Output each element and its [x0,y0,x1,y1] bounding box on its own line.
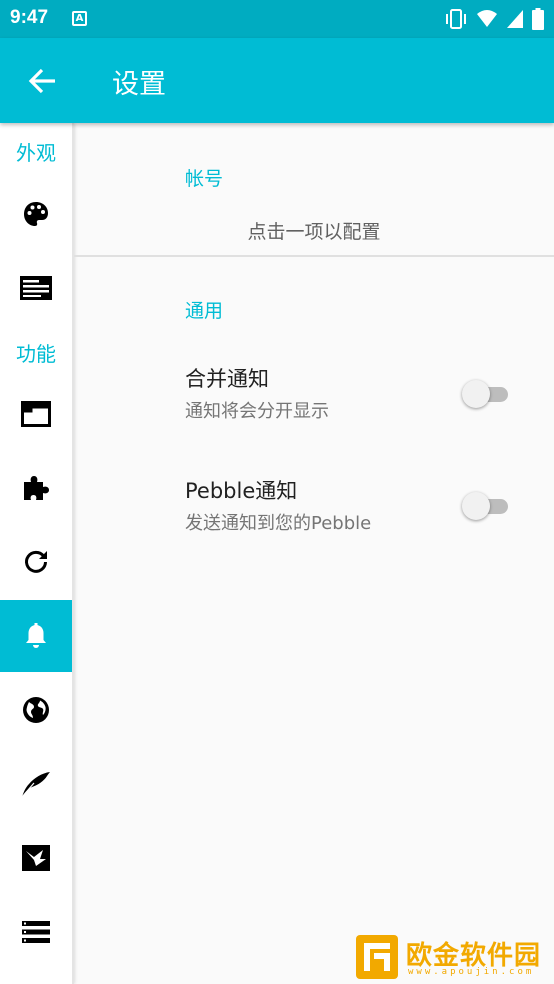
merge-notifications-switch[interactable] [462,379,512,409]
switch-thumb [462,380,490,408]
pref-title: Pebble通知 [185,479,298,503]
section-title-account: 帐号 [185,168,224,190]
palette-icon [24,202,48,226]
pref-pebble-notifications[interactable]: Pebble通知 发送通知到您的Pebble [185,475,554,563]
settings-content: 帐号 点击一项以配置 通用 合并通知 通知将会分开显示 Pebble通知 发送通… [74,123,554,984]
sidebar-item-display[interactable] [0,252,72,324]
sidebar-header-appearance: 外观 [16,141,56,165]
window-icon [21,401,51,427]
battery-icon [532,8,544,30]
refresh-icon [25,550,47,573]
back-button[interactable] [24,62,62,100]
sidebar-item-bird[interactable] [0,822,72,894]
bird-icon [22,845,50,871]
globe-icon [23,697,49,723]
sidebar-item-web[interactable] [0,674,72,746]
status-bar: 9:47 A [0,0,554,38]
sidebar-item-writing[interactable] [0,748,72,820]
switch-thumb [462,492,490,520]
watermark-logo-icon [356,935,398,979]
pref-title: 合并通知 [185,367,269,391]
bell-icon [26,623,46,648]
settings-sidebar: 外观 功能 [0,123,74,984]
watermark: 欧金软件园 www.apoujin.com [356,935,548,979]
pebble-notifications-switch[interactable] [462,491,512,521]
watermark-url: www.apoujin.com [408,967,535,977]
section-title-general: 通用 [185,300,224,322]
sidebar-header-features: 功能 [16,342,56,366]
puzzle-icon [24,476,49,500]
notification-icon: A [72,11,87,26]
arrow-back-icon [28,68,55,94]
quill-icon [21,772,50,798]
sidebar-item-sync[interactable] [0,526,72,598]
signal-icon [507,10,523,28]
account-hint[interactable]: 点击一项以配置 [74,217,554,244]
sidebar-item-plugins[interactable] [0,452,72,524]
storage-icon [22,921,50,943]
section-divider [74,255,554,257]
sidebar-item-notifications[interactable] [0,600,72,672]
sidebar-item-theme[interactable] [0,178,72,250]
wifi-icon [477,10,497,27]
pref-merge-notifications[interactable]: 合并通知 通知将会分开显示 [185,363,554,451]
status-time: 9:47 [10,7,49,28]
pref-summary: 通知将会分开显示 [185,401,329,422]
app-bar: 设置 [0,38,554,123]
status-icons [444,8,544,30]
page-title: 设置 [112,69,166,100]
sidebar-item-storage[interactable] [0,896,72,968]
pref-summary: 发送通知到您的Pebble [185,513,372,534]
vibrate-icon [446,9,466,29]
web-layout-icon [20,276,52,300]
sidebar-item-window[interactable] [0,378,72,450]
